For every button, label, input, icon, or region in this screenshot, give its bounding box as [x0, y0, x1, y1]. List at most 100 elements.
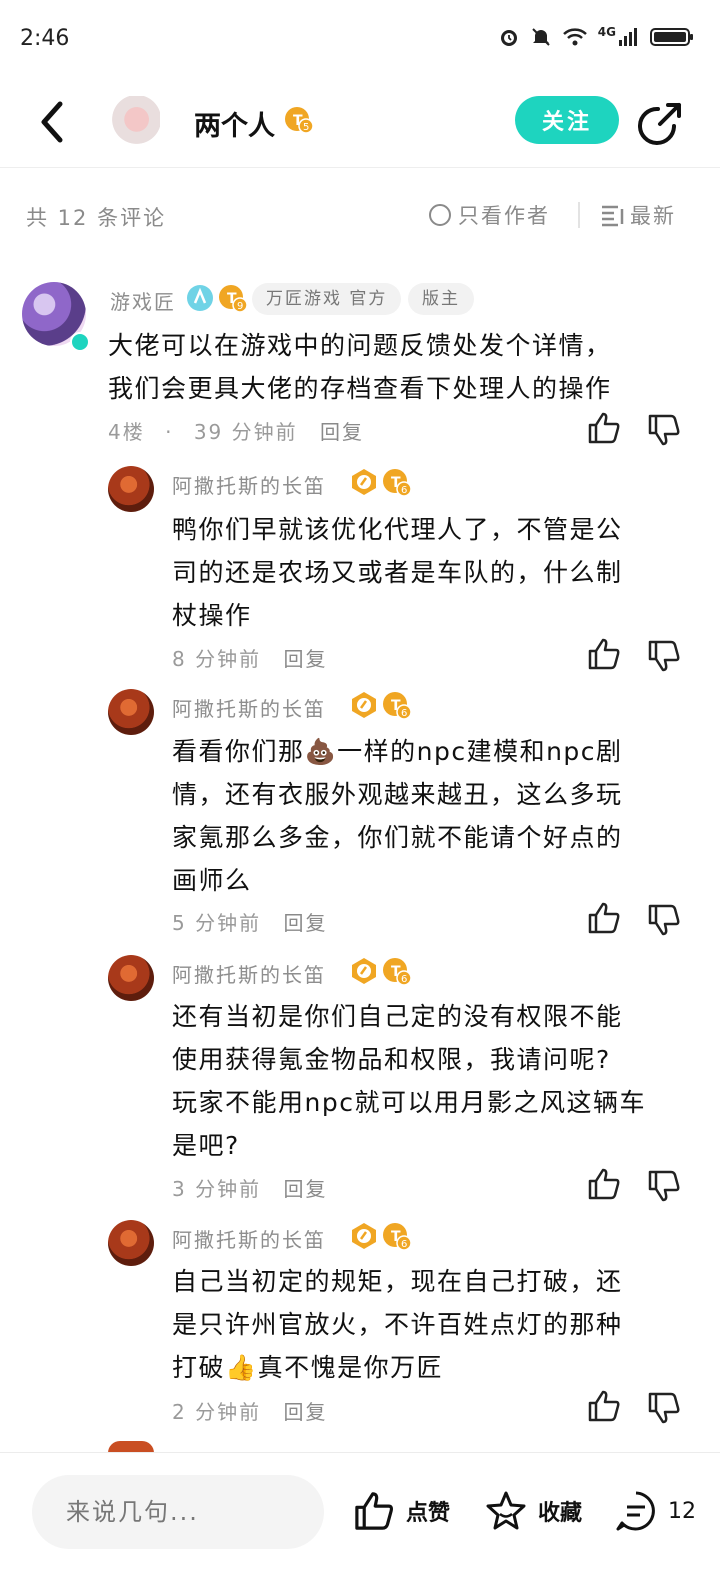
- reply-badge-level: 6: [401, 708, 407, 719]
- text-line: 是吧?: [172, 1131, 240, 1160]
- thumbs-down-icon[interactable]: [646, 1390, 682, 1426]
- text-line: 家氪那么多金，你们就不能请个好点的: [172, 823, 623, 852]
- thumbs-up-icon[interactable]: [586, 900, 622, 936]
- reply-button[interactable]: 回复: [283, 1400, 327, 1424]
- main-comment-username[interactable]: 游戏匠: [110, 286, 176, 315]
- like-button[interactable]: 点赞: [352, 1489, 450, 1533]
- level-badge-icon: T5: [285, 107, 314, 134]
- sort-button[interactable]: 最新: [600, 200, 676, 230]
- reply-badge-level: 6: [401, 485, 407, 496]
- text-line: 鸭你们早就该优化代理人了，不管是公: [172, 515, 623, 544]
- text-line: 画师么: [172, 866, 252, 895]
- like-label: 点赞: [406, 1501, 451, 1526]
- thumbs-up-icon[interactable]: [586, 636, 622, 672]
- favorite-button[interactable]: 收藏: [484, 1489, 582, 1533]
- signal-icon: [619, 28, 637, 46]
- comment-time: 8 分钟前: [172, 647, 262, 671]
- reply-badge-level: 6: [401, 974, 407, 985]
- reply-text: 鸭你们早就该优化代理人了，不管是公 司的还是农场又或者是车队的，什么制 杖操作: [172, 508, 623, 637]
- mute-icon: [532, 28, 550, 46]
- comment-time: 3 分钟前: [172, 1177, 262, 1201]
- top-bar: 两个人 T5 关注: [0, 80, 720, 168]
- share-icon: [638, 103, 681, 145]
- sort-label: 最新: [630, 204, 676, 228]
- thumbs-up-icon[interactable]: [586, 1388, 622, 1424]
- post-title: 两个人: [194, 111, 275, 142]
- medal-badge-icon: [352, 1223, 376, 1249]
- status-time: 2:46: [20, 26, 70, 51]
- text-line: 还有当初是你们自己定的没有权限不能: [172, 1002, 623, 1031]
- follow-button[interactable]: 关注: [515, 96, 619, 144]
- text-line: 我们会更具大佬的存档查看下处理人的操作: [108, 374, 612, 403]
- battery-icon: [650, 28, 693, 46]
- reply-meta: 5 分钟前 回复: [172, 907, 327, 936]
- reply-button[interactable]: 回复: [283, 911, 327, 935]
- wifi-icon: [562, 28, 587, 46]
- text-line: 是只许州官放火，不许百姓点灯的那种: [172, 1310, 623, 1339]
- level-badge-icon: T6: [383, 692, 412, 720]
- main-comment-text: 大佬可以在游戏中的问题反馈处发个详情， 我们会更具大佬的存档查看下处理人的操作: [108, 324, 612, 410]
- reply-meta: 2 分钟前 回复: [172, 1396, 327, 1425]
- reply-text: 自己当初定的规矩，现在自己打破，还 是只许州官放火，不许百姓点灯的那种 打破👍真…: [172, 1260, 623, 1389]
- floor-number: 4楼: [108, 420, 145, 444]
- reply-button[interactable]: 回复: [283, 647, 327, 671]
- medal-badge-icon: [352, 692, 376, 718]
- chevron-left-icon: [41, 101, 63, 143]
- text-line: 自己当初定的规矩，现在自己打破，还: [172, 1267, 623, 1296]
- comments-count: 12: [668, 1498, 696, 1524]
- status-bar: 2:46 4G: [0, 0, 720, 80]
- reply-button[interactable]: 回复: [283, 1177, 327, 1201]
- level-badge-icon: T6: [383, 1223, 412, 1251]
- text-line: 司的还是农场又或者是车队的，什么制: [172, 558, 623, 587]
- share-button[interactable]: [638, 100, 684, 146]
- filter-divider: [578, 202, 580, 228]
- comment-time: 2 分钟前: [172, 1400, 262, 1424]
- reply-avatar[interactable]: [108, 955, 154, 1001]
- reply-avatar[interactable]: [108, 1220, 154, 1266]
- level-badge-icon: T6: [383, 958, 412, 986]
- verified-icon: [70, 332, 90, 352]
- medal-badge-icon: [352, 469, 376, 495]
- level-badge-icon: T9: [219, 285, 248, 313]
- reply-username[interactable]: 阿撒托斯的长笛: [172, 959, 326, 988]
- text-line: 大佬可以在游戏中的问题反馈处发个详情，: [108, 331, 612, 360]
- text-line: 情，还有衣服外观越来越丑，这么多玩: [172, 780, 623, 809]
- reply-button[interactable]: 回复: [320, 420, 364, 444]
- filter-bar: 共 12 条评论 只看作者 最新: [0, 168, 720, 262]
- thumbs-up-icon[interactable]: [586, 1166, 622, 1202]
- author-only-label: 只看作者: [458, 204, 550, 228]
- reply-username[interactable]: 阿撒托斯的长笛: [172, 693, 326, 722]
- reply-username[interactable]: 阿撒托斯的长笛: [172, 1224, 326, 1253]
- main-badge-level: 9: [237, 301, 243, 312]
- thumbs-down-icon[interactable]: [646, 902, 682, 938]
- text-line: 打破👍真不愧是你万匠: [172, 1353, 444, 1382]
- reply-meta: 8 分钟前 回复: [172, 643, 327, 672]
- medal-badge-icon: [352, 958, 376, 984]
- reply-text: 看看你们那💩一样的npc建模和npc剧 情，还有衣服外观越来越丑，这么多玩 家氪…: [172, 730, 623, 902]
- reply-text: 还有当初是你们自己定的没有权限不能 使用获得氪金物品和权限，我请问呢? 玩家不能…: [172, 995, 646, 1167]
- thumbs-up-icon[interactable]: [586, 410, 622, 446]
- reply-username[interactable]: 阿撒托斯的长笛: [172, 470, 326, 499]
- status-icons: 4G: [498, 25, 694, 48]
- author-only-toggle[interactable]: 只看作者: [428, 200, 550, 230]
- comment-time: 5 分钟前: [172, 911, 262, 935]
- thumbs-down-icon[interactable]: [646, 412, 682, 448]
- thumbs-down-icon[interactable]: [646, 1168, 682, 1204]
- back-button[interactable]: [34, 100, 74, 144]
- comment-input[interactable]: 来说几句...: [32, 1475, 324, 1549]
- thumbs-down-icon[interactable]: [646, 638, 682, 674]
- alarm-icon: [500, 30, 517, 46]
- text-line: 看看你们那💩一样的npc建模和npc剧: [172, 737, 623, 766]
- reply-avatar[interactable]: [108, 689, 154, 735]
- post-avatar[interactable]: [108, 96, 160, 148]
- comment-time: 39 分钟前: [193, 420, 298, 444]
- reply-avatar[interactable]: [108, 466, 154, 512]
- text-line: 使用获得氪金物品和权限，我请问呢?: [172, 1045, 611, 1074]
- title-badge-level: 5: [303, 122, 309, 133]
- radio-circle-icon: [429, 204, 451, 226]
- thumbs-up-icon: [355, 1492, 394, 1530]
- reply-meta: 3 分钟前 回复: [172, 1173, 327, 1202]
- network-label: 4G: [597, 25, 616, 39]
- level-badge-icon: T6: [383, 469, 412, 497]
- comments-button[interactable]: 12: [614, 1489, 696, 1533]
